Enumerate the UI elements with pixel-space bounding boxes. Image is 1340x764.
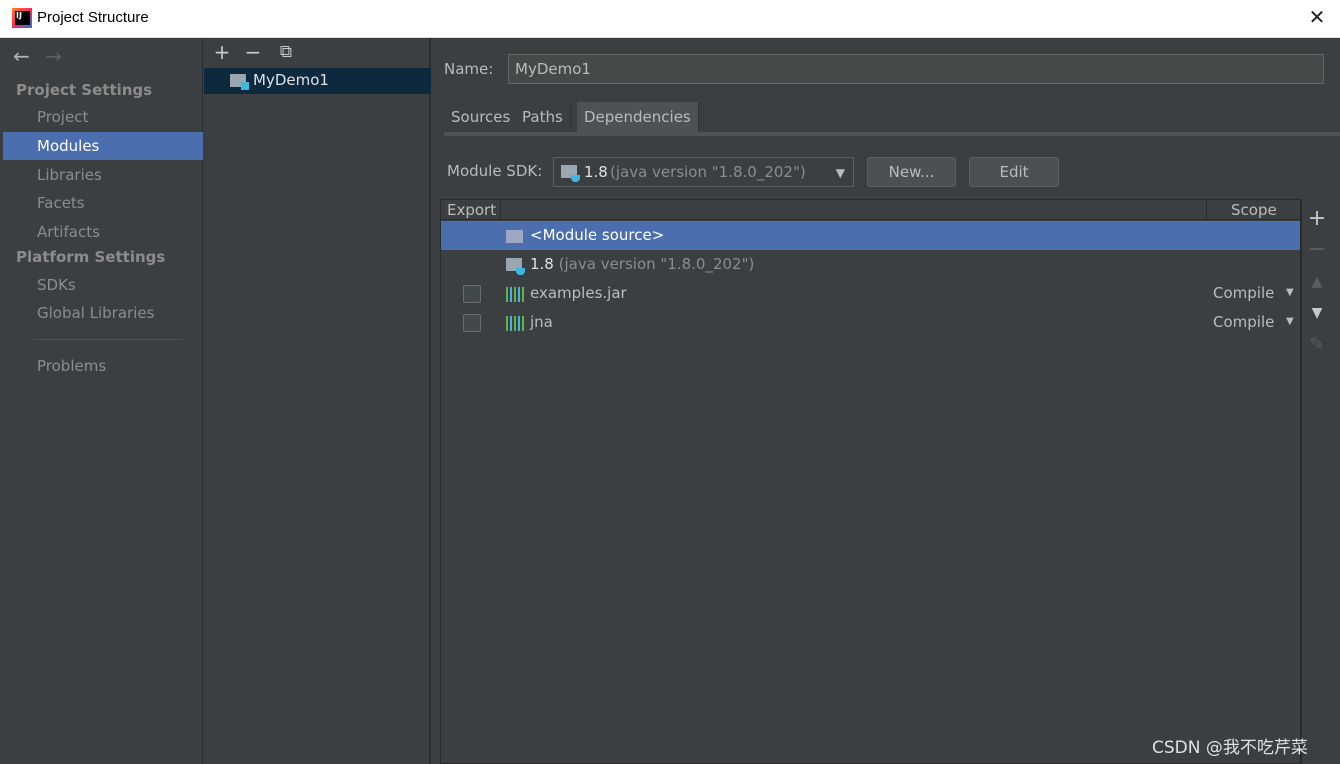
table-row[interactable]: jna Compile ▼ <box>441 308 1300 337</box>
edit-pencil-icon[interactable]: ✎ <box>1307 334 1327 355</box>
sidebar-item-artifacts[interactable]: Artifacts <box>3 218 203 246</box>
sidebar-item-libraries[interactable]: Libraries <box>3 161 203 189</box>
column-scope-header[interactable]: Scope <box>1231 201 1277 219</box>
column-divider <box>500 200 501 220</box>
sidebar-item-sdks[interactable]: SDKs <box>3 271 203 299</box>
sdk-version: 1.8 <box>584 163 608 181</box>
module-source-folder-icon <box>506 230 523 243</box>
column-export-header[interactable]: Export <box>447 201 496 219</box>
scope-dropdown[interactable]: Compile <box>1213 313 1274 331</box>
library-icon <box>506 287 525 302</box>
group-project-settings: Project Settings <box>16 81 153 99</box>
table-row[interactable]: examples.jar Compile ▼ <box>441 279 1300 308</box>
module-folder-icon <box>230 74 249 90</box>
jdk-folder-icon <box>506 258 525 275</box>
sdk-detail: (java version "1.8.0_202") <box>558 255 755 273</box>
chevron-down-icon[interactable]: ▼ <box>1286 316 1294 327</box>
copy-icon[interactable]: ⧉ <box>276 42 296 62</box>
tab-underline <box>444 132 1340 136</box>
dependencies-table: Export Scope <Module source> 1.8 (java v… <box>440 199 1301 764</box>
module-toolbar: + − ⧉ <box>204 38 431 68</box>
chevron-down-icon: ▼ <box>835 166 845 180</box>
dependency-label: 1.8 (java version "1.8.0_202") <box>530 255 754 273</box>
group-platform-settings: Platform Settings <box>16 248 166 266</box>
add-dependency-icon[interactable]: + <box>1307 206 1327 231</box>
close-icon[interactable]: ✕ <box>1306 6 1328 28</box>
title-bar: Project Structure ✕ <box>0 0 1340 38</box>
export-checkbox[interactable] <box>463 314 481 332</box>
intellij-app-icon <box>12 8 32 28</box>
column-divider <box>1206 200 1207 220</box>
module-list-panel: + − ⧉ MyDemo1 <box>204 38 431 764</box>
module-details-panel: Name: Sources Paths Dependencies Module … <box>433 38 1340 764</box>
sidebar-item-problems[interactable]: Problems <box>3 352 203 380</box>
tab-sources[interactable]: Sources <box>444 102 519 132</box>
dependency-label: jna <box>530 313 553 331</box>
remove-dependency-icon[interactable]: − <box>1307 237 1327 262</box>
move-up-icon[interactable]: ▲ <box>1307 274 1327 290</box>
table-row[interactable]: 1.8 (java version "1.8.0_202") <box>441 250 1300 279</box>
scope-dropdown[interactable]: Compile <box>1213 284 1274 302</box>
sidebar-item-modules[interactable]: Modules <box>3 132 203 160</box>
new-sdk-button[interactable]: New... <box>867 157 956 187</box>
module-sdk-dropdown[interactable]: 1.8 (java version "1.8.0_202") ▼ <box>553 157 854 187</box>
tab-paths[interactable]: Paths <box>515 102 571 132</box>
name-label: Name: <box>444 60 494 78</box>
window-title: Project Structure <box>37 9 149 26</box>
table-header: Export Scope <box>441 200 1300 220</box>
sidebar-item-project[interactable]: Project <box>3 103 203 131</box>
module-sdk-label: Module SDK: <box>447 162 543 180</box>
csdn-watermark: CSDN @我不吃芹菜 <box>1152 738 1308 758</box>
move-down-icon[interactable]: ▼ <box>1307 305 1327 321</box>
table-row[interactable]: <Module source> <box>441 221 1300 250</box>
edit-sdk-button[interactable]: Edit <box>969 157 1059 187</box>
tab-dependencies[interactable]: Dependencies <box>577 102 699 132</box>
dependency-label: <Module source> <box>530 226 665 244</box>
remove-icon[interactable]: − <box>243 40 263 64</box>
module-item-mydemo1[interactable]: MyDemo1 <box>204 68 431 94</box>
sdk-detail: (java version "1.8.0_202") <box>610 163 806 181</box>
module-name-input[interactable] <box>508 54 1324 84</box>
dependency-toolbar: + − ▲ ▼ ✎ <box>1301 199 1331 764</box>
export-checkbox[interactable] <box>463 285 481 303</box>
chevron-down-icon[interactable]: ▼ <box>1286 287 1294 298</box>
add-icon[interactable]: + <box>212 40 232 64</box>
library-icon <box>506 316 525 331</box>
forward-arrow-icon[interactable]: → <box>45 44 71 68</box>
sidebar-item-facets[interactable]: Facets <box>3 189 203 217</box>
sdk-version: 1.8 <box>530 255 554 273</box>
jdk-folder-icon <box>561 165 580 182</box>
sidebar-divider <box>33 339 183 340</box>
module-item-label: MyDemo1 <box>253 71 329 89</box>
back-arrow-icon[interactable]: ← <box>13 44 39 68</box>
nav-arrows: ← → <box>13 44 71 68</box>
dependency-label: examples.jar <box>530 284 627 302</box>
sidebar-item-global-libraries[interactable]: Global Libraries <box>3 299 203 327</box>
settings-sidebar: ← → Project Settings Project Modules Lib… <box>3 38 203 764</box>
